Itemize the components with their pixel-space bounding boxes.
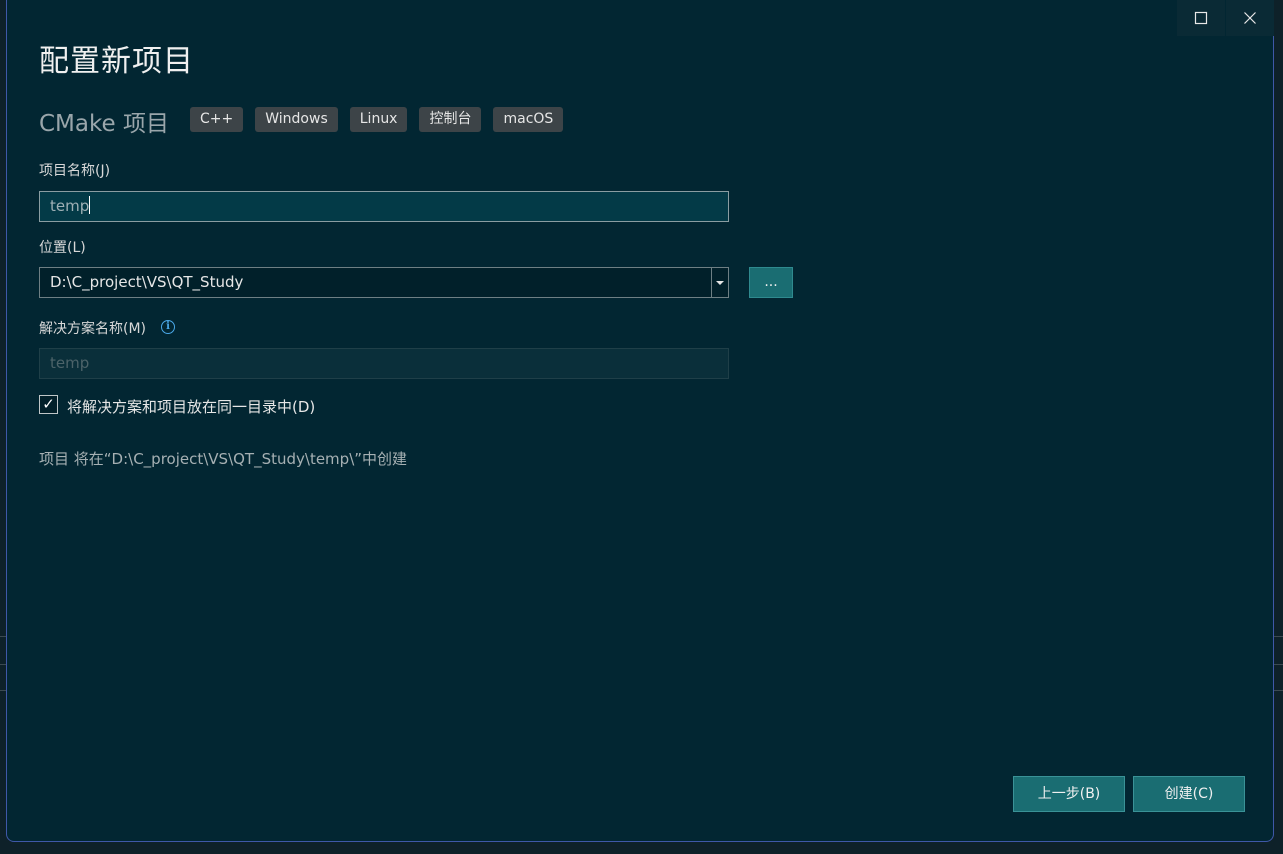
location-value: D:\C_project\VS\QT_Study xyxy=(50,273,244,291)
maximize-button[interactable] xyxy=(1177,0,1225,36)
same-directory-checkbox[interactable]: ✓ xyxy=(39,395,58,414)
location-combobox[interactable]: D:\C_project\VS\QT_Study xyxy=(39,267,729,298)
same-directory-checkbox-label[interactable]: 将解决方案和项目放在同一目录中(D) xyxy=(67,396,315,417)
chevron-down-icon xyxy=(716,280,724,285)
solution-name-label: 解决方案名称(M) xyxy=(39,321,147,337)
page-title: 配置新项目 xyxy=(39,44,194,79)
project-path-note: 项目 将在“D:\C_project\VS\QT_Study\temp\”中创建 xyxy=(39,450,408,468)
project-name-label: 项目名称(J) xyxy=(39,163,111,179)
project-template-name: CMake 项目 xyxy=(39,111,169,137)
tag-linux: Linux xyxy=(349,107,408,132)
back-button[interactable]: 上一步(B) xyxy=(1013,776,1125,812)
tag-windows: Windows xyxy=(255,107,338,132)
tag-cpp: C++ xyxy=(190,107,244,132)
template-tags: C++ Windows Linux 控制台 macOS xyxy=(190,107,564,132)
checkmark-icon: ✓ xyxy=(42,395,55,413)
project-name-input[interactable]: temp xyxy=(39,191,729,222)
info-icon[interactable]: i xyxy=(161,320,175,334)
text-caret xyxy=(89,196,91,214)
solution-name-placeholder: temp xyxy=(50,354,90,372)
tag-console: 控制台 xyxy=(419,107,482,132)
maximize-icon xyxy=(1194,11,1208,25)
browse-button[interactable]: ... xyxy=(749,267,793,298)
close-icon xyxy=(1244,12,1256,24)
create-button[interactable]: 创建(C) xyxy=(1133,776,1245,812)
solution-name-input: temp xyxy=(39,348,729,379)
location-label: 位置(L) xyxy=(39,240,86,256)
location-dropdown-button[interactable] xyxy=(711,268,728,297)
project-name-value: temp xyxy=(50,197,90,215)
configure-project-dialog: 配置新项目 CMake 项目 C++ Windows Linux 控制台 mac… xyxy=(6,0,1274,842)
close-button[interactable] xyxy=(1226,0,1274,36)
tag-macos: macOS xyxy=(493,107,564,132)
